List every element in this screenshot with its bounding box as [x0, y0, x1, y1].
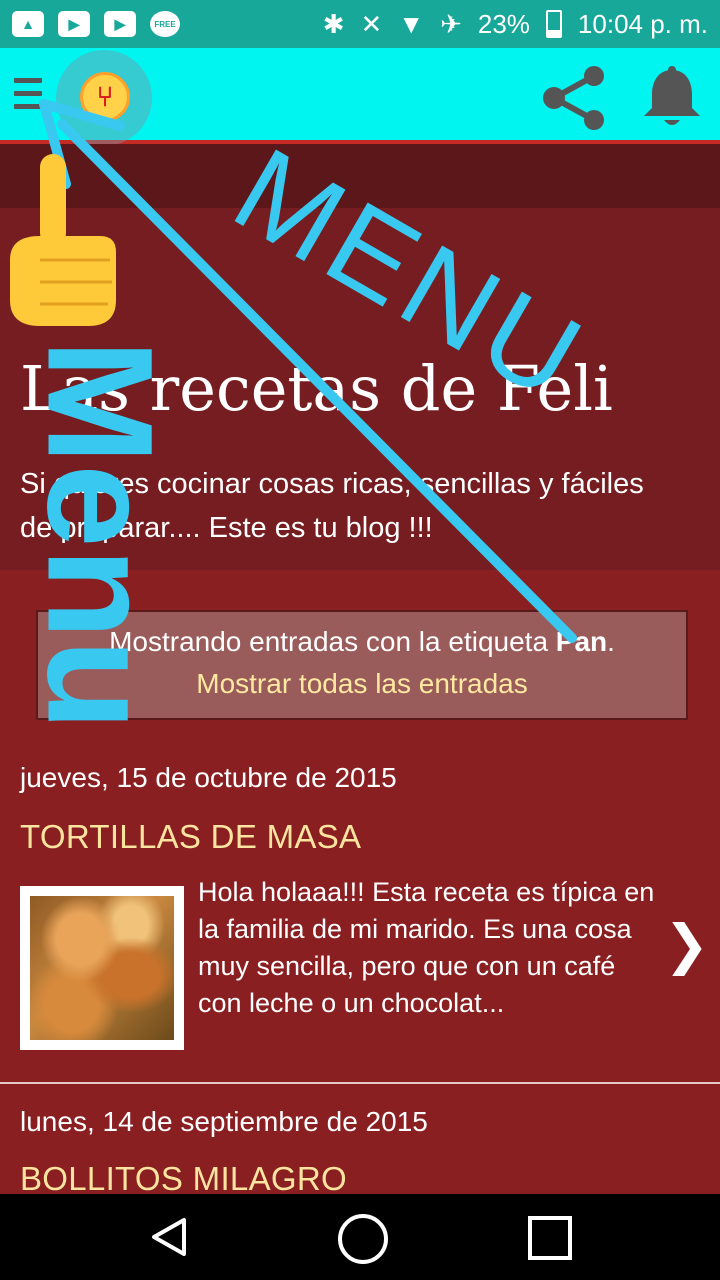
post-date-2: lunes, 14 de septiembre de 2015: [20, 1106, 428, 1137]
status-bar: ▲ ▶ ▶ FREE ✱ ✕ ▼ ✈ 23% 10:04 p. m.: [0, 0, 720, 48]
post-title[interactable]: TORTILLAS DE MASA: [20, 818, 361, 856]
post-title-2[interactable]: BOLLITOS MILAGRO: [20, 1160, 347, 1198]
blog-title[interactable]: Las recetas de Feli: [20, 352, 613, 425]
free-badge-icon: FREE: [150, 11, 180, 37]
gallery-icon: ▲: [12, 11, 44, 37]
header-decoration: [0, 144, 720, 208]
share-icon[interactable]: [540, 66, 612, 130]
chevron-right-icon[interactable]: ❯: [664, 918, 709, 972]
menu-icon[interactable]: [14, 78, 42, 110]
bell-icon[interactable]: [640, 64, 704, 130]
app-bar: ⑂: [0, 48, 720, 146]
mute-icon: ✕: [360, 9, 383, 39]
filter-label: Pan: [555, 626, 608, 657]
home-icon[interactable]: [338, 1214, 388, 1264]
filter-suffix: .: [607, 626, 615, 657]
tortillas-photo: [30, 896, 174, 1040]
post-divider: [0, 1082, 720, 1084]
clock: 10:04 p. m.: [577, 8, 708, 39]
youtube-icon-2: ▶: [104, 11, 136, 37]
post-thumbnail[interactable]: [20, 886, 184, 1050]
airplane-icon: ✈: [440, 9, 462, 39]
filter-prefix: Mostrando entradas con la etiqueta: [109, 626, 556, 657]
battery-icon: [545, 10, 562, 38]
app-logo[interactable]: ⑂: [80, 72, 130, 122]
filter-message: Mostrando entradas con la etiqueta Pan.: [38, 626, 686, 658]
bluetooth-icon: ✱: [322, 9, 345, 39]
post-snippet: Hola holaaa!!! Esta receta es típica en …: [198, 877, 655, 1018]
battery-percent: 23%: [477, 8, 530, 39]
wifi-icon: ▼: [398, 9, 425, 39]
show-all-link[interactable]: Mostrar todas las entradas: [38, 668, 686, 700]
label-filter-box: Mostrando entradas con la etiqueta Pan. …: [36, 610, 688, 720]
blog-description: Si quieres cocinar cosas ricas, sencilla…: [20, 468, 644, 544]
back-icon[interactable]: [148, 1216, 190, 1258]
recents-icon[interactable]: [528, 1216, 572, 1260]
post-date: jueves, 15 de octubre de 2015: [20, 762, 397, 793]
navigation-bar: [0, 1194, 720, 1280]
youtube-icon: ▶: [58, 11, 90, 37]
